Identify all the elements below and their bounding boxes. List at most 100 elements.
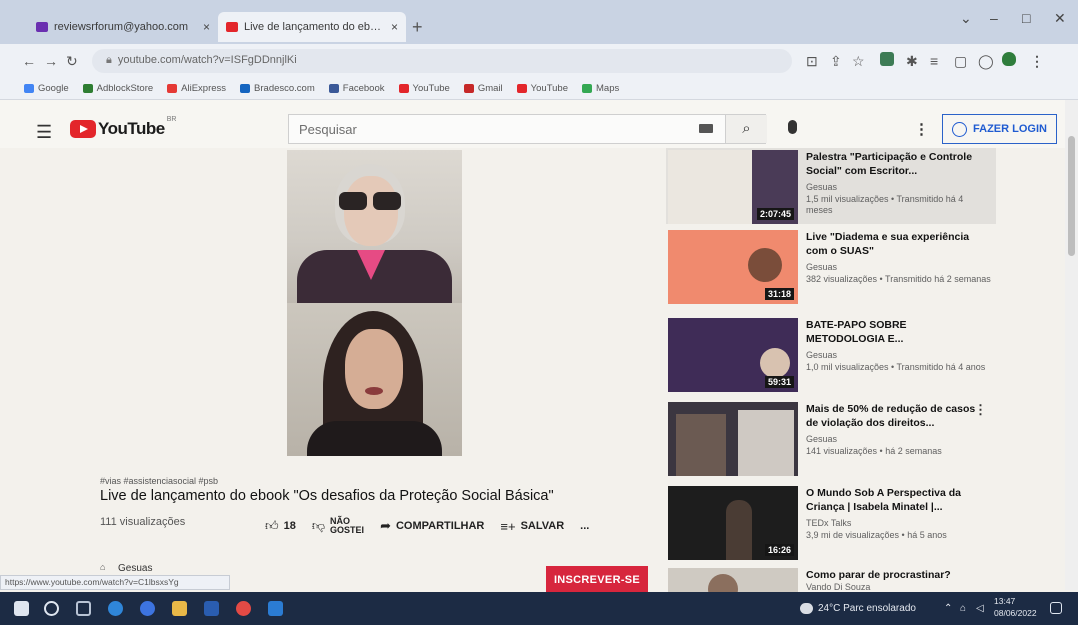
- share-label: COMPARTILHAR: [395, 520, 485, 532]
- subscribe-button[interactable]: INSCREVER-SE: [546, 566, 648, 594]
- install-app-icon[interactable]: ⊡: [806, 53, 818, 70]
- related-video-item[interactable]: 59:31 BATE-PAPO SOBRE METODOLOGIA E... G…: [666, 316, 996, 392]
- notifications-icon[interactable]: [1050, 602, 1062, 614]
- search-circle-icon[interactable]: [44, 601, 59, 616]
- bookmark-item[interactable]: AliExpress: [167, 83, 226, 94]
- maximize-button[interactable]: □: [1022, 10, 1030, 26]
- country-code: BR: [166, 116, 177, 123]
- bookmark-favicon-icon: [463, 84, 474, 93]
- duration-badge: 16:26: [764, 544, 794, 556]
- profile-icon[interactable]: ◯: [978, 53, 994, 70]
- bookmark-item[interactable]: Google: [24, 83, 69, 94]
- duration-badge: 59:31: [764, 376, 794, 388]
- chevron-down-icon[interactable]: ⌄: [960, 10, 972, 27]
- windows-start-icon[interactable]: [14, 601, 29, 616]
- youtube-logo[interactable]: YouTube BR: [70, 116, 177, 139]
- bookmark-item[interactable]: AdblockStore: [82, 83, 153, 94]
- search-input[interactable]: Pesquisar ⌕: [288, 114, 767, 144]
- side-panel-icon[interactable]: ▢: [954, 53, 967, 70]
- keyboard-icon[interactable]: [699, 124, 713, 133]
- more-actions-button[interactable]: ...: [580, 520, 589, 532]
- edge-icon[interactable]: [108, 601, 123, 616]
- related-video-item[interactable]: 16:26 O Mundo Sob A Perspectiva da Crian…: [666, 484, 996, 560]
- video-hashtags[interactable]: #vias #assistenciasocial #psb: [100, 476, 218, 486]
- browser-menu-icon[interactable]: ⋮: [1030, 53, 1044, 70]
- video-thumbnail[interactable]: 31:18: [668, 230, 798, 304]
- video-thumbnail[interactable]: 2:07:45: [668, 150, 798, 224]
- forward-arrow-icon[interactable]: →: [44, 53, 58, 69]
- related-video-item[interactable]: Como parar de procrastinar? Vando Di Sou…: [666, 566, 996, 592]
- video-thumbnail[interactable]: [668, 568, 798, 592]
- close-tab-icon[interactable]: ×: [391, 20, 398, 34]
- tab-youtube-live[interactable]: Live de lançamento do ebook ×: [218, 12, 406, 42]
- save-button[interactable]: ≡+ SALVAR: [500, 519, 564, 534]
- related-video-item[interactable]: Mais de 50% de redução de casos de viola…: [666, 400, 996, 476]
- sign-in-button[interactable]: FAZER LOGIN: [942, 114, 1057, 144]
- bookmark-item[interactable]: Maps: [582, 83, 619, 94]
- video-participant-2: [287, 303, 462, 456]
- extension-icon[interactable]: [880, 52, 894, 66]
- bookmark-item[interactable]: YouTube: [516, 83, 568, 94]
- more-options-icon[interactable]: ⋮: [974, 402, 987, 418]
- task-view-icon[interactable]: [76, 601, 91, 616]
- search-icon: ⌕: [742, 120, 751, 137]
- reload-icon[interactable]: ↻: [66, 53, 78, 70]
- video-thumbnail[interactable]: [668, 402, 798, 476]
- bookmark-favicon-icon: [516, 84, 527, 93]
- thumbs-up-icon: 👍︎: [265, 518, 279, 533]
- video-player[interactable]: [287, 150, 462, 456]
- related-video-item[interactable]: 2:07:45 Palestra "Participação e Control…: [666, 148, 996, 224]
- network-icon[interactable]: ⌂: [960, 603, 966, 614]
- page-scrollbar[interactable]: [1065, 100, 1078, 590]
- channel-avatar[interactable]: ⌂: [100, 562, 114, 574]
- settings-kebab-icon[interactable]: ⋮: [914, 120, 929, 138]
- bookmark-favicon-icon: [24, 84, 34, 93]
- youtube-play-icon: [70, 120, 96, 138]
- video-thumbnail[interactable]: 59:31: [668, 318, 798, 392]
- extensions-puzzle-icon[interactable]: ✱: [906, 53, 918, 70]
- bookmark-item[interactable]: Gmail: [463, 83, 503, 94]
- word-icon[interactable]: [268, 601, 283, 616]
- shield-icon[interactable]: [1002, 52, 1016, 66]
- related-video-item[interactable]: 31:18 Live "Diadema e sua experiência co…: [666, 228, 996, 304]
- dislike-button[interactable]: 👎︎ NÃO GOSTEI: [312, 517, 364, 535]
- browser-app-icon[interactable]: [140, 601, 155, 616]
- like-button[interactable]: 👍︎ 18: [265, 518, 296, 534]
- close-tab-icon[interactable]: ×: [203, 20, 210, 34]
- file-explorer-icon[interactable]: [172, 601, 187, 616]
- volume-icon[interactable]: ◁: [976, 603, 984, 614]
- chrome-icon[interactable]: [236, 601, 251, 616]
- tab-yahoo-mail[interactable]: reviewsrforum@yahoo.com ×: [28, 12, 218, 42]
- video-actions: 👍︎ 18 👎︎ NÃO GOSTEI ➦ COMPARTILHAR ≡+ SALVAR …: [265, 513, 605, 539]
- hamburger-menu-icon[interactable]: ☰: [36, 122, 52, 143]
- bookmark-star-icon[interactable]: ☆: [852, 53, 865, 70]
- scrollbar-thumb[interactable]: [1068, 136, 1075, 256]
- tray-chevron-icon[interactable]: ⌃: [944, 603, 952, 614]
- save-label: SALVAR: [520, 520, 565, 532]
- bookmark-item[interactable]: Bradesco.com: [240, 83, 315, 94]
- reading-list-icon[interactable]: ≡: [930, 53, 938, 69]
- screen: reviewsrforum@yahoo.com × Live de lançam…: [0, 0, 1078, 625]
- store-icon[interactable]: [204, 601, 219, 616]
- back-arrow-icon[interactable]: ←: [22, 53, 36, 69]
- bookmark-item[interactable]: Facebook: [328, 83, 385, 94]
- address-bar[interactable]: 🔒︎ youtube.com/watch?v=ISFgDDnnjlKi: [92, 49, 792, 73]
- bookmark-item[interactable]: YouTube: [398, 83, 450, 94]
- share-icon[interactable]: ⇪: [830, 53, 842, 70]
- video-participant-1: [287, 150, 462, 303]
- weather-icon[interactable]: [800, 603, 813, 614]
- related-meta: 1,5 mil visualizações • Transmitido há 4…: [806, 194, 964, 215]
- new-tab-button[interactable]: +: [412, 17, 423, 38]
- microphone-icon[interactable]: [788, 120, 797, 134]
- close-window-button[interactable]: ✕: [1054, 10, 1066, 27]
- clock-date[interactable]: 08/06/2022: [994, 608, 1037, 618]
- video-thumbnail[interactable]: 16:26: [668, 486, 798, 560]
- weather-text[interactable]: 24°C Parc ensolarado: [818, 603, 916, 614]
- share-button[interactable]: ➦ COMPARTILHAR: [380, 518, 484, 534]
- minimize-button[interactable]: –: [990, 10, 998, 26]
- clock-time[interactable]: 13:47: [994, 596, 1015, 606]
- search-button[interactable]: ⌕: [725, 115, 767, 143]
- user-circle-icon: [952, 121, 968, 137]
- channel-name[interactable]: Gesuas: [118, 563, 152, 574]
- view-count: 111 visualizações: [100, 516, 186, 528]
